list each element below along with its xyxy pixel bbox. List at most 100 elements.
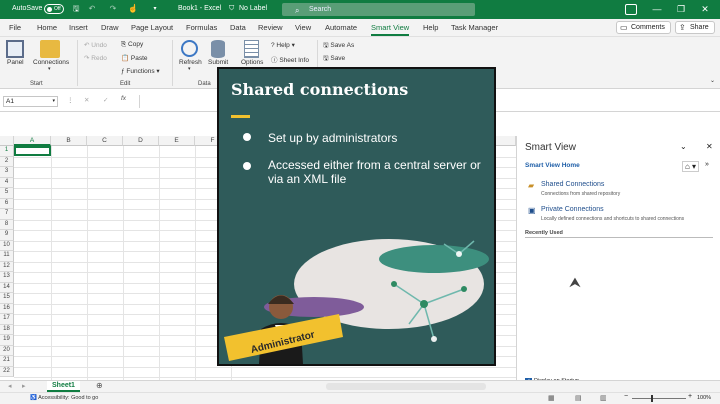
undo-icon[interactable]: ↶ xyxy=(87,4,97,14)
tab-automate[interactable]: Automate xyxy=(325,23,357,32)
account-icon[interactable] xyxy=(625,4,637,15)
restore-icon[interactable]: ❐ xyxy=(674,3,688,16)
row-header[interactable]: 10 xyxy=(0,240,14,251)
column-header[interactable]: A xyxy=(14,136,51,146)
comments-button[interactable]: ▭ Comments xyxy=(616,21,671,34)
group-label-edit: Edit xyxy=(120,81,131,87)
row-header[interactable]: 11 xyxy=(0,251,14,262)
row-header[interactable]: 21 xyxy=(0,356,14,367)
refresh-icon xyxy=(181,40,198,57)
column-header[interactable]: E xyxy=(159,136,195,146)
tab-data[interactable]: Data xyxy=(230,23,246,32)
tab-review[interactable]: Review xyxy=(258,23,283,32)
row-header[interactable]: 16 xyxy=(0,303,14,314)
comment-icon: ▭ xyxy=(620,23,628,32)
add-sheet-icon[interactable]: ⊕ xyxy=(96,381,103,390)
name-box[interactable]: A1 ▾ xyxy=(3,96,58,107)
autosave-toggle[interactable]: Off xyxy=(44,4,64,14)
zoom-in-icon[interactable]: + xyxy=(688,393,692,400)
next-sheet-icon[interactable]: ▸ xyxy=(22,382,26,390)
recently-used-heading: Recently Used xyxy=(525,230,563,236)
prev-sheet-icon[interactable]: ◂ xyxy=(8,382,12,390)
tab-smart-view[interactable]: Smart View xyxy=(371,23,410,36)
row-header[interactable]: 12 xyxy=(0,261,14,272)
row-header[interactable]: 15 xyxy=(0,293,14,304)
tab-help[interactable]: Help xyxy=(423,23,438,32)
select-all-corner[interactable] xyxy=(0,136,14,146)
search-box[interactable]: ⌕ Search xyxy=(282,3,475,16)
insert-function-icon[interactable]: fx xyxy=(121,95,126,102)
divider xyxy=(139,95,140,108)
connections-icon xyxy=(40,40,60,58)
page-layout-icon[interactable]: ▤ xyxy=(575,394,582,402)
touch-mode-icon[interactable]: ☝ xyxy=(128,4,138,14)
smart-view-home-link[interactable]: Smart View Home xyxy=(525,162,580,169)
copy-label: Copy xyxy=(128,41,144,48)
row-header[interactable]: 8 xyxy=(0,219,14,230)
tab-task-manager[interactable]: Task Manager xyxy=(451,23,498,32)
row-header[interactable]: 20 xyxy=(0,345,14,356)
redo-label: Redo xyxy=(91,55,107,62)
tab-page-layout[interactable]: Page Layout xyxy=(131,23,173,32)
row-header[interactable]: 2 xyxy=(0,156,14,167)
share-label: Share xyxy=(690,24,709,31)
paste-button[interactable]: 📋 Paste xyxy=(121,54,148,62)
minimize-icon[interactable]: — xyxy=(650,3,664,16)
row-header[interactable]: 6 xyxy=(0,198,14,209)
ribbon-collapse-icon[interactable]: ⌄ xyxy=(710,77,715,84)
tab-view[interactable]: View xyxy=(295,23,311,32)
help-button[interactable]: ? Help ▾ xyxy=(271,41,295,49)
share-button[interactable]: ⇪ Share xyxy=(675,21,715,34)
functions-button[interactable]: ƒ Functions ▾ xyxy=(121,67,160,75)
sheet-tab[interactable]: Sheet1 xyxy=(47,381,80,392)
row-header[interactable]: 9 xyxy=(0,230,14,241)
row-header[interactable]: 17 xyxy=(0,314,14,325)
save-icon[interactable]: 🖫 xyxy=(71,4,81,14)
row-header[interactable]: 1 xyxy=(0,146,14,157)
column-header[interactable]: D xyxy=(123,136,159,146)
gridline xyxy=(123,146,124,382)
normal-view-icon[interactable]: ▦ xyxy=(548,394,555,402)
home-icon[interactable]: ⌂ ▾ xyxy=(682,161,700,172)
row-header[interactable]: 22 xyxy=(0,366,14,377)
save-button[interactable]: 🖫 Save xyxy=(323,54,345,65)
undo-button[interactable]: ↶ Undo xyxy=(84,41,107,49)
active-cell[interactable] xyxy=(14,146,51,156)
sensitivity-label[interactable]: No Label xyxy=(239,5,267,12)
cancel-icon[interactable]: ✕ xyxy=(84,96,89,104)
zoom-out-icon[interactable]: − xyxy=(624,393,628,400)
group-label-data: Data xyxy=(198,81,211,87)
column-header[interactable]: B xyxy=(51,136,87,146)
customize-qat-icon[interactable]: ▾ xyxy=(150,4,160,14)
redo-button[interactable]: ↷ Redo xyxy=(84,54,107,62)
sheet-info-button[interactable]: ⓘ Sheet Info xyxy=(271,54,309,64)
more-icon[interactable]: » xyxy=(705,161,709,168)
row-header[interactable]: 5 xyxy=(0,188,14,199)
row-header[interactable]: 13 xyxy=(0,272,14,283)
row-header[interactable]: 19 xyxy=(0,335,14,346)
zoom-level[interactable]: 100% xyxy=(697,395,711,401)
tab-file[interactable]: File xyxy=(9,23,21,32)
redo-icon[interactable]: ↷ xyxy=(108,4,118,14)
page-break-icon[interactable]: ▥ xyxy=(600,394,607,402)
save-as-button[interactable]: 🖫 Save As xyxy=(323,41,354,52)
zoom-slider[interactable] xyxy=(632,398,686,399)
row-header[interactable]: 3 xyxy=(0,167,14,178)
row-header[interactable]: 18 xyxy=(0,324,14,335)
chevron-down-icon[interactable]: ⌄ xyxy=(680,142,687,151)
copy-button[interactable]: ⎘ Copy xyxy=(121,41,143,49)
horizontal-scrollbar[interactable] xyxy=(326,383,486,390)
tab-draw[interactable]: Draw xyxy=(101,23,119,32)
zoom-slider-thumb[interactable] xyxy=(651,395,653,402)
close-icon[interactable]: ✕ xyxy=(706,142,713,151)
column-header[interactable]: C xyxy=(87,136,123,146)
accessibility-status[interactable]: ♿ Accessibility: Good to go xyxy=(30,395,98,401)
tab-formulas[interactable]: Formulas xyxy=(186,23,217,32)
row-header[interactable]: 4 xyxy=(0,177,14,188)
row-header[interactable]: 7 xyxy=(0,209,14,220)
tab-home[interactable]: Home xyxy=(37,23,57,32)
close-icon[interactable]: ✕ xyxy=(698,3,712,16)
tab-insert[interactable]: Insert xyxy=(69,23,88,32)
enter-icon[interactable]: ✓ xyxy=(103,96,108,104)
row-header[interactable]: 14 xyxy=(0,282,14,293)
